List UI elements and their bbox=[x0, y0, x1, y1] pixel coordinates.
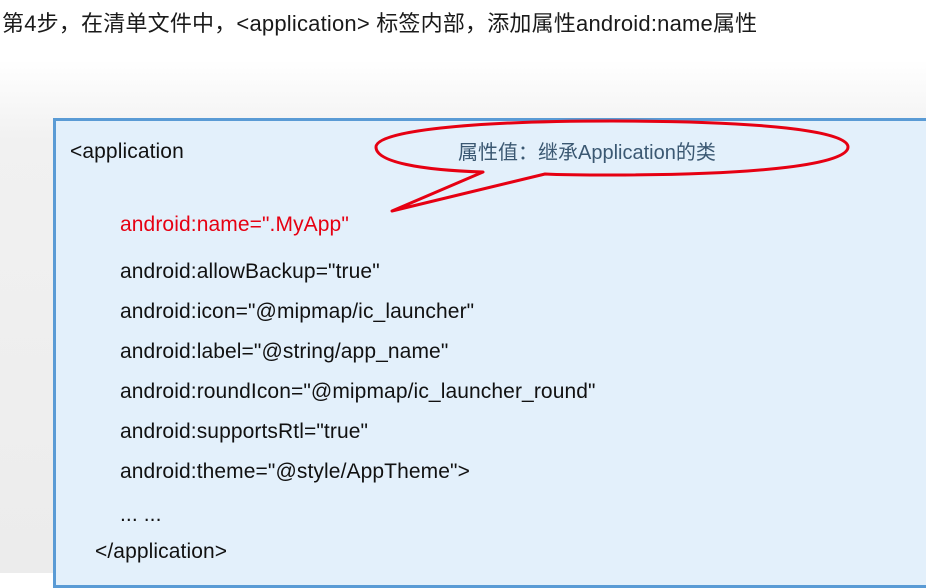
callout-text: 属性值：继承Application的类 bbox=[458, 142, 716, 164]
step-heading: 第4步，在清单文件中，<application> 标签内部，添加属性androi… bbox=[2, 11, 758, 36]
code-close-tag: </application> bbox=[95, 540, 228, 563]
code-attr-icon: android:icon="@mipmap/ic_launcher" bbox=[120, 300, 475, 323]
code-open-tag: <application bbox=[70, 140, 184, 163]
code-ellipsis: ... ... bbox=[120, 503, 162, 526]
code-attr-supportsrtl: android:supportsRtl="true" bbox=[120, 420, 369, 443]
code-attr-allowbackup: android:allowBackup="true" bbox=[120, 260, 380, 283]
code-attr-roundicon: android:roundIcon="@mipmap/ic_launcher_r… bbox=[120, 380, 596, 403]
code-attr-label: android:label="@string/app_name" bbox=[120, 340, 449, 363]
code-attr-theme: android:theme="@style/AppTheme"> bbox=[120, 460, 470, 483]
code-name-attribute: android:name=".MyApp" bbox=[120, 213, 349, 236]
